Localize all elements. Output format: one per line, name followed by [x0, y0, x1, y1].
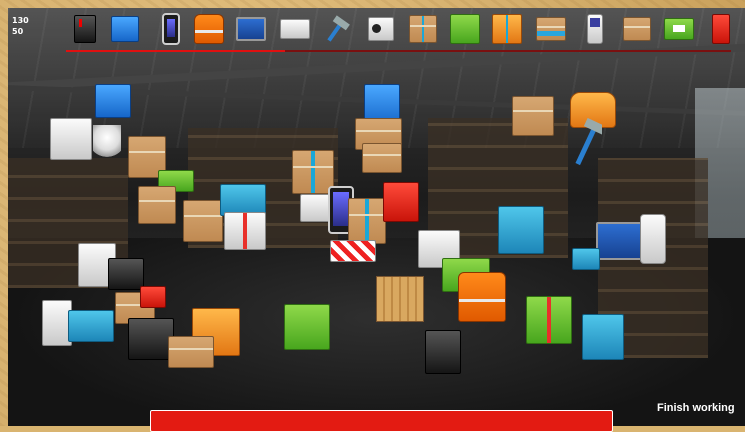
red-bow-gift-item[interactable] — [224, 212, 266, 250]
laptop-item[interactable] — [596, 222, 646, 260]
wooden-crate-item[interactable] — [376, 276, 424, 322]
washing-machine-item[interactable] — [50, 118, 92, 160]
patterned-box-item[interactable] — [330, 240, 376, 262]
phone-keypad-icon — [580, 12, 610, 46]
phone-keypad-item[interactable] — [640, 214, 666, 264]
gift-box-item[interactable] — [348, 198, 386, 244]
cyan-box-item-3[interactable] — [572, 248, 600, 270]
cardboard-box-icon — [622, 12, 652, 46]
red-bag-item[interactable] — [140, 286, 166, 308]
black-box-item[interactable] — [108, 258, 144, 290]
cardboard-box-item-3[interactable] — [168, 336, 214, 368]
red-shopping-bag-item[interactable] — [383, 182, 419, 222]
black-box-item-2[interactable] — [425, 330, 461, 374]
light-bulb-item[interactable] — [93, 125, 121, 161]
red-bow-green-gift-item[interactable] — [526, 296, 572, 344]
laptop-icon — [236, 12, 266, 46]
cyan-gift-icon — [408, 12, 438, 46]
crate-item[interactable] — [138, 186, 176, 224]
cyan-box-item-2[interactable] — [498, 206, 544, 254]
target-items-bar — [66, 12, 736, 50]
black-box-icon — [70, 12, 100, 46]
finish-working-button[interactable]: Finish working — [657, 402, 735, 414]
cardboard-box-item-4[interactable] — [512, 96, 554, 136]
cyan-box-item[interactable] — [68, 310, 114, 342]
green-box-icon — [450, 12, 480, 46]
life-vest-item[interactable] — [458, 272, 506, 322]
hammer-icon — [322, 12, 352, 46]
target-value: 50 — [12, 27, 24, 36]
cardboard-box-item[interactable] — [183, 200, 223, 242]
progress-fill — [66, 50, 286, 52]
blue-box-pallet-icon — [110, 12, 140, 46]
smartphone-icon — [156, 12, 186, 46]
crate-icon — [536, 12, 566, 46]
hammer-item[interactable] — [572, 117, 606, 168]
hand-truck-boxes-item[interactable] — [95, 84, 131, 118]
green-box-2-icon — [664, 12, 694, 46]
red-status-bar — [150, 410, 613, 432]
blue-boxes-stack-item[interactable] — [582, 314, 624, 360]
red-box-icon — [706, 12, 736, 46]
cyan-gift-orange-icon — [492, 12, 522, 46]
green-box-item-2[interactable] — [284, 304, 330, 350]
camcorder-icon — [366, 12, 396, 46]
score-display: 130 50 — [12, 15, 29, 37]
crate-item-2[interactable] — [362, 143, 402, 173]
printer-icon — [280, 12, 310, 46]
life-vest-icon — [194, 12, 224, 46]
score-value: 130 — [12, 16, 29, 25]
